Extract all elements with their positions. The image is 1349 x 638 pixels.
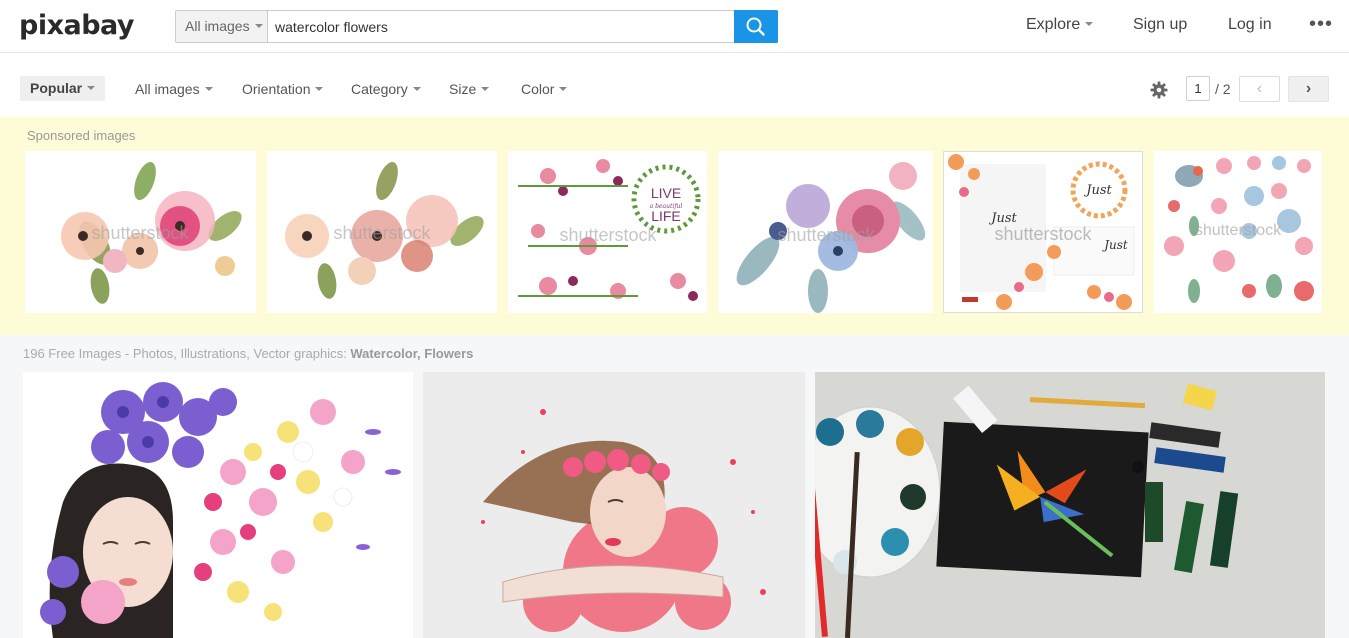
painting-supplies-photo (815, 372, 1325, 638)
chevron-down-icon (412, 87, 421, 92)
filter-image-type-label: All images (135, 81, 200, 97)
result-image[interactable] (423, 372, 805, 638)
filter-image-type[interactable]: All images (135, 81, 213, 97)
filter-category-label: Category (351, 81, 408, 97)
result-image[interactable] (23, 372, 413, 638)
previous-page-button[interactable]: ‹ (1239, 76, 1280, 102)
search-type-label: All images (185, 18, 250, 34)
sponsored-image[interactable]: shutterstock (267, 151, 497, 313)
chevron-down-icon (481, 87, 490, 92)
sponsored-image[interactable]: shutterstock (718, 151, 933, 313)
sponsored-label: Sponsored images (27, 128, 136, 143)
search-bar: All images (175, 10, 778, 43)
search-button[interactable] (734, 10, 778, 43)
search-icon (746, 17, 765, 36)
chevron-down-icon (254, 24, 263, 29)
page-number-input[interactable]: 1 (1186, 76, 1210, 101)
watermark-text: shutterstock (333, 223, 431, 243)
filter-size-label: Size (449, 81, 477, 97)
just-text: Just (1101, 238, 1128, 252)
search-input[interactable] (275, 11, 733, 42)
sponsored-image[interactable]: LIVE a beautiful LIFE shutterstock (508, 151, 707, 313)
sort-popular-dropdown[interactable]: Popular (20, 76, 106, 101)
filter-orientation-label: Orientation (242, 81, 311, 97)
chevron-down-icon (315, 87, 324, 92)
sort-popular-label: Popular (30, 80, 83, 96)
filter-orientation[interactable]: Orientation (242, 81, 324, 97)
sponsored-image[interactable]: Just Just Just shutterstock (943, 151, 1143, 313)
pixabay-logo[interactable]: pixabay (19, 10, 135, 41)
watermark-text: shutterstock (559, 225, 657, 245)
watermark-text: shutterstock (777, 225, 875, 245)
chevron-down-icon (559, 87, 568, 92)
search-type-dropdown[interactable]: All images (176, 11, 268, 42)
top-header: pixabay All images Explore Sign up Log i… (0, 0, 1349, 53)
watercolor-elements-illustration: shutterstock (1164, 156, 1314, 303)
page-total: / 2 (1215, 81, 1231, 97)
floral-card-illustration: Just Just Just shutterstock (948, 154, 1135, 310)
life-text: LIFE (651, 208, 681, 224)
filter-color[interactable]: Color (521, 81, 568, 97)
nav-explore[interactable]: Explore (1026, 16, 1094, 34)
results-summary-prefix: 196 Free Images - Photos, Illustrations,… (23, 346, 351, 361)
sponsored-image[interactable]: shutterstock (25, 151, 256, 313)
nav-signup-link[interactable]: Sign up (1133, 16, 1187, 34)
watercolor-portrait-illustration (423, 372, 805, 638)
floral-frames-illustration: LIVE a beautiful LIFE shutterstock (518, 159, 701, 301)
nav-explore-label: Explore (1026, 16, 1081, 33)
watermark-text: shutterstock (91, 223, 189, 243)
next-page-button[interactable]: › (1288, 76, 1329, 102)
chevron-down-icon (204, 87, 213, 92)
watermark-text: shutterstock (994, 224, 1092, 244)
watermark-text: shutterstock (1195, 222, 1282, 239)
result-image[interactable] (815, 372, 1325, 638)
chevron-down-icon (87, 86, 96, 91)
filter-category[interactable]: Category (351, 81, 421, 97)
floral-bouquet-illustration: shutterstock (61, 161, 242, 304)
settings-button[interactable] (1150, 81, 1168, 104)
just-text: Just (1083, 183, 1112, 198)
filter-bar: Popular All images Orientation Category … (0, 54, 1349, 117)
filter-size[interactable]: Size (449, 81, 490, 97)
filter-color-label: Color (521, 81, 555, 97)
live-text: LIVE (651, 185, 681, 201)
more-menu-icon[interactable]: ••• (1309, 13, 1333, 36)
rose-bouquet-illustration: shutterstock (736, 162, 926, 313)
results-summary: 196 Free Images - Photos, Illustrations,… (23, 346, 473, 361)
sponsored-image[interactable]: shutterstock (1154, 151, 1322, 313)
girl-flower-crown-illustration (40, 382, 401, 638)
nav-login-link[interactable]: Log in (1228, 16, 1272, 34)
results-summary-terms: Watercolor, Flowers (350, 346, 474, 361)
sponsored-section: Sponsored images shutterstock shuttersto… (0, 117, 1349, 335)
chevron-down-icon (1085, 21, 1094, 26)
gear-icon (1150, 81, 1168, 99)
floral-bouquet-illustration: shutterstock (285, 161, 484, 299)
